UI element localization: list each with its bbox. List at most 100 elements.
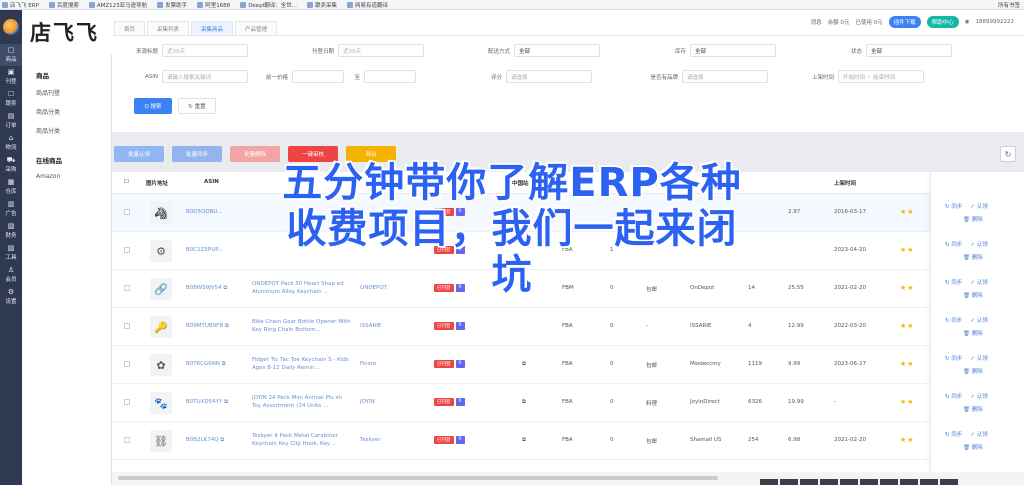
- cell-asin[interactable]: B0TUXD54YY ⧉: [186, 399, 238, 406]
- submenu-item-category[interactable]: 商品分类: [36, 107, 111, 116]
- bookmark-label: 跟卖采集: [314, 2, 337, 9]
- row-operations: ↻ 同步 ✓ 认领 🗑 删除: [945, 430, 1015, 451]
- platform-badge: R: [455, 360, 465, 368]
- bookmark-1[interactable]: 百度搜索: [48, 1, 79, 9]
- cell-title[interactable]: Teskyer 4 Pack Metal Carabiner Keychain …: [252, 432, 352, 448]
- submenu-item-listing[interactable]: 商品刊登: [36, 88, 111, 97]
- bookmark-6[interactable]: 跟卖采集: [306, 1, 337, 9]
- tab-product-manage[interactable]: 产品管理: [235, 21, 278, 35]
- product-image-icon[interactable]: ⛓: [150, 430, 172, 452]
- logo-icon: [3, 19, 19, 35]
- leftnav-item-0[interactable]: ▢ 商品: [0, 44, 22, 66]
- filter-label: 来源标题: [135, 48, 158, 55]
- sync-button[interactable]: ↻ 同步: [945, 316, 962, 324]
- filter-label: 配送方式: [487, 48, 510, 55]
- table-row[interactable]: ⛓ B0B2LK74Q ⧉ Teskyer 4 Pack Metal Carabin…: [112, 422, 1024, 460]
- scroll-thumb[interactable]: [118, 476, 718, 480]
- table-row[interactable]: 🐾 B0TUXD54YY ⧉ JOYIN 24 Pack Mini Animal P…: [112, 384, 1024, 422]
- filter-field-r1-2[interactable]: 全部: [514, 44, 600, 57]
- cell-title[interactable]: Bike Chain Gear Bottle Opener With Key R…: [252, 318, 352, 334]
- status-badge: 已刊登: [434, 322, 454, 330]
- filter-field-r1-1[interactable]: 近30天: [338, 44, 424, 57]
- filter-field-r2-1[interactable]: [292, 70, 344, 83]
- bookmark-0[interactable]: 店飞飞 ERP: [2, 1, 39, 9]
- bookmark-7[interactable]: 网易有道翻译: [346, 1, 388, 9]
- cell-title[interactable]: Fidget Tic Tac Toe Keychain S - Kids Age…: [252, 356, 352, 372]
- bookmark-2[interactable]: AMZ123亚马逊导航: [88, 1, 147, 9]
- cell-title[interactable]: JOYIN 24 Pack Mini Animal Plu sh Toy Ass…: [252, 394, 352, 410]
- product-image-icon[interactable]: ✿: [150, 354, 172, 376]
- delete-button[interactable]: 🗑 删除: [963, 331, 983, 337]
- bookmark-label: 发票助手: [165, 2, 188, 9]
- cell-ship: -: [646, 323, 648, 329]
- claim-button[interactable]: ✓ 认领: [970, 354, 987, 362]
- bookmark-icon: [2, 1, 8, 8]
- row-checkbox[interactable]: [124, 399, 130, 405]
- plugin-download-button[interactable]: 插件下载: [888, 16, 921, 28]
- cell-qty: 0: [610, 323, 614, 329]
- delete-button[interactable]: 🗑 删除: [963, 369, 983, 375]
- sync-button[interactable]: ↻ 同步: [945, 392, 962, 400]
- help-center-button[interactable]: 帮助中心: [926, 16, 959, 28]
- row-checkbox[interactable]: [124, 437, 130, 443]
- filter-label: 是否有品牌: [650, 74, 678, 81]
- filter-field-r1-0[interactable]: 近30天: [162, 44, 248, 57]
- leftnav-item-4[interactable]: ⌂ 物流: [0, 132, 22, 154]
- filter-field-r2-0[interactable]: 请输入搜索关键词: [162, 70, 248, 83]
- filter-panel: 来源标题 近30天 刊登日期 近30天 配送方式 全部 库存 全部 状态 全部 ASIN 请输入搜索…: [112, 36, 1024, 132]
- cell-asin[interactable]: B0B2LK74Q ⧉: [186, 437, 238, 444]
- bookmark-4[interactable]: 阿里1688: [197, 1, 230, 9]
- delete-button[interactable]: 🗑 删除: [963, 407, 983, 413]
- top-right-area: 消息 余额 0元 已使用 0元 插件下载 帮助中心 ◉ 18899992222: [811, 9, 1024, 35]
- reset-button[interactable]: ↻ 重置: [178, 98, 216, 114]
- status-badge: 已刊登: [434, 436, 454, 444]
- balance-text: 余额 0元: [827, 20, 850, 26]
- filter-field-r2-5[interactable]: 开始时间 ~ 结束时间: [838, 70, 924, 83]
- filter-field-r2-3[interactable]: 请选择: [506, 70, 592, 83]
- leftnav-item-2[interactable]: ☐ 跟卖: [0, 88, 22, 110]
- all-bookmarks-link[interactable]: 所有书签: [998, 1, 1024, 9]
- search-button[interactable]: Q 搜索: [134, 98, 172, 114]
- cell-fba: FBA: [562, 399, 573, 405]
- tab-collect-list[interactable]: 采集列表: [147, 21, 190, 35]
- submenu-item-category-2[interactable]: 商品分类: [36, 126, 111, 135]
- cell-asin[interactable]: B0T6CG6NN ⧉: [186, 361, 238, 368]
- row-checkbox[interactable]: [124, 361, 130, 367]
- cell-qty: 0: [610, 361, 614, 367]
- claim-button[interactable]: ✓ 认领: [970, 316, 987, 324]
- delete-button[interactable]: 🗑 删除: [963, 445, 983, 451]
- filter-field-r2-2[interactable]: [364, 70, 416, 83]
- overlay-line-2: 收费项目，我们一起来闭: [285, 205, 738, 254]
- messages-link[interactable]: 消息: [811, 18, 822, 26]
- claim-button[interactable]: ✓ 认领: [970, 430, 987, 438]
- bookmark-3[interactable]: 发票助手: [157, 1, 187, 9]
- row-checkbox[interactable]: [124, 323, 130, 329]
- leftnav-item-3[interactable]: ▤ 订单: [0, 110, 22, 132]
- tab-collect-products[interactable]: 采集商品: [191, 21, 234, 35]
- bookmark-5[interactable]: Deepl翻译：全世...: [240, 1, 297, 9]
- filter-field-r1-3[interactable]: 全部: [690, 44, 776, 57]
- filter-field-r2-4[interactable]: 请选择: [682, 70, 768, 83]
- cell-brand[interactable]: Ficore: [360, 361, 406, 367]
- product-image-icon[interactable]: 🐾: [150, 392, 172, 414]
- cell-brand[interactable]: ISSARIE: [360, 323, 406, 329]
- filter-label: 库存: [674, 48, 686, 55]
- bookmark-label: Deepl翻译：全世...: [248, 2, 297, 9]
- user-icon[interactable]: ◉: [965, 19, 970, 25]
- cell-asin[interactable]: B09MTUB9FB ⧉: [186, 323, 238, 330]
- table-row[interactable]: ✿ B0T6CG6NN ⧉ Fidget Tic Tac Toe Keychain …: [112, 346, 1024, 384]
- nav-listing-icon: ▣: [7, 68, 15, 76]
- leftnav-item-1[interactable]: ▣ 刊登: [0, 66, 22, 88]
- cell-brand[interactable]: JOYIN: [360, 399, 406, 405]
- leftnav-label: 订单: [5, 123, 17, 129]
- sync-button[interactable]: ↻ 同步: [945, 354, 962, 362]
- sync-button[interactable]: ↻ 同步: [945, 430, 962, 438]
- tab-home[interactable]: 首页: [114, 21, 146, 35]
- table-row[interactable]: 🔑 B09MTUB9FB ⧉ Bike Chain Gear Bottle Open…: [112, 308, 1024, 346]
- user-phone[interactable]: 18899992222: [976, 19, 1015, 25]
- claim-button[interactable]: ✓ 认领: [970, 392, 987, 400]
- product-image-icon[interactable]: 🔑: [150, 316, 172, 338]
- filter-field-r1-4[interactable]: 全部: [866, 44, 952, 57]
- bookmark-icon: [197, 1, 204, 8]
- cell-brand[interactable]: Teskyer: [360, 437, 406, 443]
